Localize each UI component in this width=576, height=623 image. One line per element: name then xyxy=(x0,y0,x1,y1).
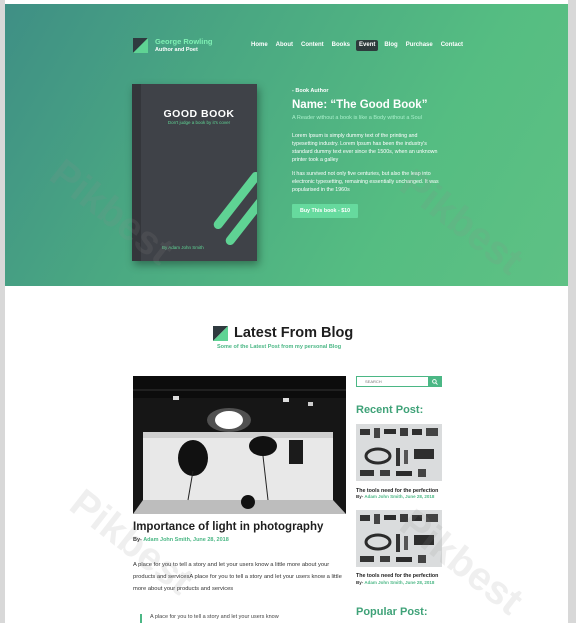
post-quote: A place for you to tell a story and let … xyxy=(140,614,346,623)
book-author: By Adam John Smith xyxy=(162,245,204,250)
book-tagline: A Reader without a book is like a Body w… xyxy=(292,115,422,121)
recent-post-by: By- xyxy=(356,580,364,585)
recent-post-meta: By- Adam John Smith, June 28, 2018 xyxy=(356,494,434,499)
search-button[interactable] xyxy=(428,377,441,386)
brand-text: George Rowling Author and Poet xyxy=(155,37,213,54)
brand[interactable]: George Rowling Author and Poet xyxy=(133,37,213,54)
book-cover: GOOD BOOK Don't judge a book by it's cov… xyxy=(132,84,257,261)
search-icon xyxy=(431,378,438,385)
book-description-1: Lorem Ipsum is simply dummy text of the … xyxy=(292,133,438,163)
book-subtitle: Don't judge a book by it's cover xyxy=(167,120,231,125)
recent-post-thumbnail[interactable] xyxy=(356,424,442,481)
nav-item-contact[interactable]: Contact xyxy=(439,40,465,51)
recent-post-author-date: Adam John Smith, June 28, 2018 xyxy=(364,494,435,499)
book-info: - Book Author Name: “The Good Book” A Re… xyxy=(292,88,452,218)
recent-post-meta: By- Adam John Smith, June 28, 2018 xyxy=(356,580,434,585)
photo-studio-image xyxy=(133,376,346,514)
recent-post-author-date: Adam John Smith, June 28, 2018 xyxy=(364,580,435,585)
nav-item-books[interactable]: Books xyxy=(330,40,352,51)
blog-title: Latest From Blog xyxy=(234,325,354,341)
main-nav: Home About Content Books Event Blog Purc… xyxy=(249,40,469,51)
hero-section: George Rowling Author and Poet Home Abou… xyxy=(5,4,568,286)
brand-logo-icon xyxy=(133,38,148,53)
nav-item-content[interactable]: Content xyxy=(299,40,326,51)
brand-name: George Rowling xyxy=(155,37,213,46)
tools-image xyxy=(356,424,442,481)
recent-post-heading: Recent Post: xyxy=(356,404,424,416)
right-frame xyxy=(568,0,576,623)
nav-item-about[interactable]: About xyxy=(274,40,295,51)
search-box xyxy=(356,376,442,387)
nav-item-home[interactable]: Home xyxy=(249,40,270,51)
book-heading: Name: “The Good Book” xyxy=(292,99,428,111)
post-image[interactable] xyxy=(133,376,346,514)
post-meta: By- Adam John Smith, June 28, 2018 xyxy=(133,537,229,543)
blog-subtitle: Some of the Latest Post from my personal… xyxy=(217,344,342,350)
blog-header: Latest From Blog xyxy=(213,325,353,341)
recent-post-thumbnail[interactable] xyxy=(356,510,442,567)
tools-image xyxy=(356,510,442,567)
post-title[interactable]: Importance of light in photography xyxy=(133,521,323,533)
book-description-2: It has survived not only five centuries,… xyxy=(292,171,439,193)
popular-post-heading: Popular Post: xyxy=(356,606,428,618)
recent-post-title[interactable]: The tools need for the perfection xyxy=(356,573,438,579)
page: George Rowling Author and Poet Home Abou… xyxy=(0,0,576,623)
book-kicker: - Book Author xyxy=(292,88,329,94)
recent-post-by: By- xyxy=(356,494,364,499)
blog-logo-icon xyxy=(213,325,228,341)
nav-item-blog[interactable]: Blog xyxy=(382,40,399,51)
nav-item-purchase[interactable]: Purchase xyxy=(404,40,435,51)
brand-role: Author and Poet xyxy=(155,47,198,53)
nav-item-event[interactable]: Event xyxy=(356,40,379,51)
post-by: By- xyxy=(133,537,142,543)
book-title: GOOD BOOK xyxy=(163,108,235,120)
post-excerpt: A place for you to tell a story and let … xyxy=(133,562,342,592)
search-input[interactable] xyxy=(357,377,428,386)
buy-book-button[interactable]: Buy This book - $10 xyxy=(292,204,359,218)
post-author-date[interactable]: Adam John Smith, June 28, 2018 xyxy=(143,537,229,543)
